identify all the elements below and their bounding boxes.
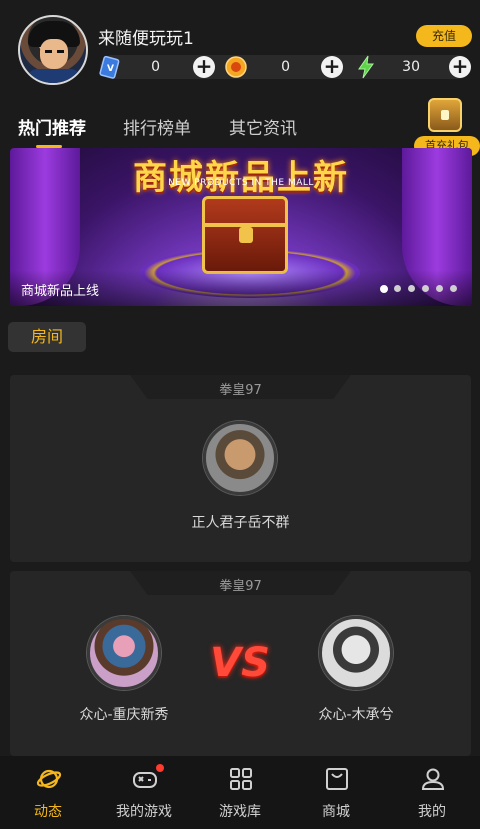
nav-item-game-library[interactable]: 游戏库	[192, 756, 288, 829]
player-name-left: 众心-重庆新秀	[79, 707, 169, 723]
player-avatar[interactable]	[203, 421, 277, 495]
nav-label: 我的	[418, 804, 446, 820]
energy-icon	[358, 55, 374, 79]
card-icon: V	[99, 55, 120, 79]
nav-item-my-games[interactable]: 我的游戏	[96, 756, 192, 829]
profile-header: 来随便玩玩1 充值 V 0 + 0 + 30 +	[0, 0, 480, 96]
recharge-button[interactable]: 充值	[416, 25, 472, 47]
nav-item-feed[interactable]: 动态	[0, 756, 96, 829]
nav-label: 游戏库	[219, 804, 261, 820]
add-coin-button[interactable]: +	[321, 56, 343, 78]
player-avatar-left[interactable]	[87, 616, 161, 690]
user-icon	[421, 768, 445, 790]
card-count: 0	[151, 59, 160, 75]
energy-count: 30	[402, 59, 420, 75]
treasure-chest-icon	[428, 98, 462, 132]
carousel-dot[interactable]	[408, 285, 415, 292]
username: 来随便玩玩1	[98, 29, 194, 49]
player-name-right: 众心-木承兮	[318, 707, 394, 723]
bottom-nav: 动态 我的游戏 游戏库 商城 我的	[0, 756, 480, 829]
grid-icon	[230, 768, 252, 790]
nav-item-store[interactable]: 商城	[288, 756, 384, 829]
currency-bar: V 0 + 0 + 30 +	[99, 55, 471, 79]
carousel-dot[interactable]	[450, 285, 457, 292]
room-card[interactable]: 拳皇97 正人君子岳不群	[10, 375, 471, 562]
banner-caption: 商城新品上线	[21, 284, 100, 299]
carousel-dot[interactable]	[422, 285, 429, 292]
tab-other-news[interactable]: 其它资讯	[229, 114, 297, 139]
nav-item-me[interactable]: 我的	[384, 756, 480, 829]
carousel-dot[interactable]	[380, 284, 388, 293]
vs-label: VS	[210, 640, 270, 686]
carousel-dot[interactable]	[394, 285, 401, 292]
planet-icon	[36, 769, 62, 789]
coin-icon	[225, 56, 247, 78]
banner-subtitle: NEW PRODUCTS IN THE MALL	[168, 178, 314, 188]
nav-label: 动态	[34, 804, 62, 820]
treasure-chest-illustration	[202, 196, 288, 274]
user-avatar[interactable]	[18, 15, 88, 85]
notification-dot	[156, 764, 164, 772]
banner-title: 商城新品上新	[133, 158, 349, 198]
svg-text:V: V	[107, 64, 114, 74]
nav-label: 我的游戏	[116, 804, 172, 820]
player-avatar-right[interactable]	[319, 616, 393, 690]
shopping-bag-icon	[326, 768, 348, 790]
rooms-section-label: 房间	[8, 322, 86, 352]
coin-count: 0	[281, 59, 290, 75]
player-name: 正人君子岳不群	[191, 515, 290, 531]
add-card-button[interactable]: +	[193, 56, 215, 78]
game-name: 拳皇97	[219, 383, 262, 398]
add-energy-button[interactable]: +	[449, 56, 471, 78]
gamepad-icon	[133, 772, 157, 788]
tab-hot-recommend[interactable]: 热门推荐	[18, 114, 86, 139]
promo-banner[interactable]: 商城新品上新 NEW PRODUCTS IN THE MALL 商城新品上线	[10, 148, 472, 306]
tab-rankings[interactable]: 排行榜单	[123, 114, 191, 139]
carousel-dot[interactable]	[436, 285, 443, 292]
game-name: 拳皇97	[219, 579, 262, 594]
nav-label: 商城	[322, 804, 350, 820]
